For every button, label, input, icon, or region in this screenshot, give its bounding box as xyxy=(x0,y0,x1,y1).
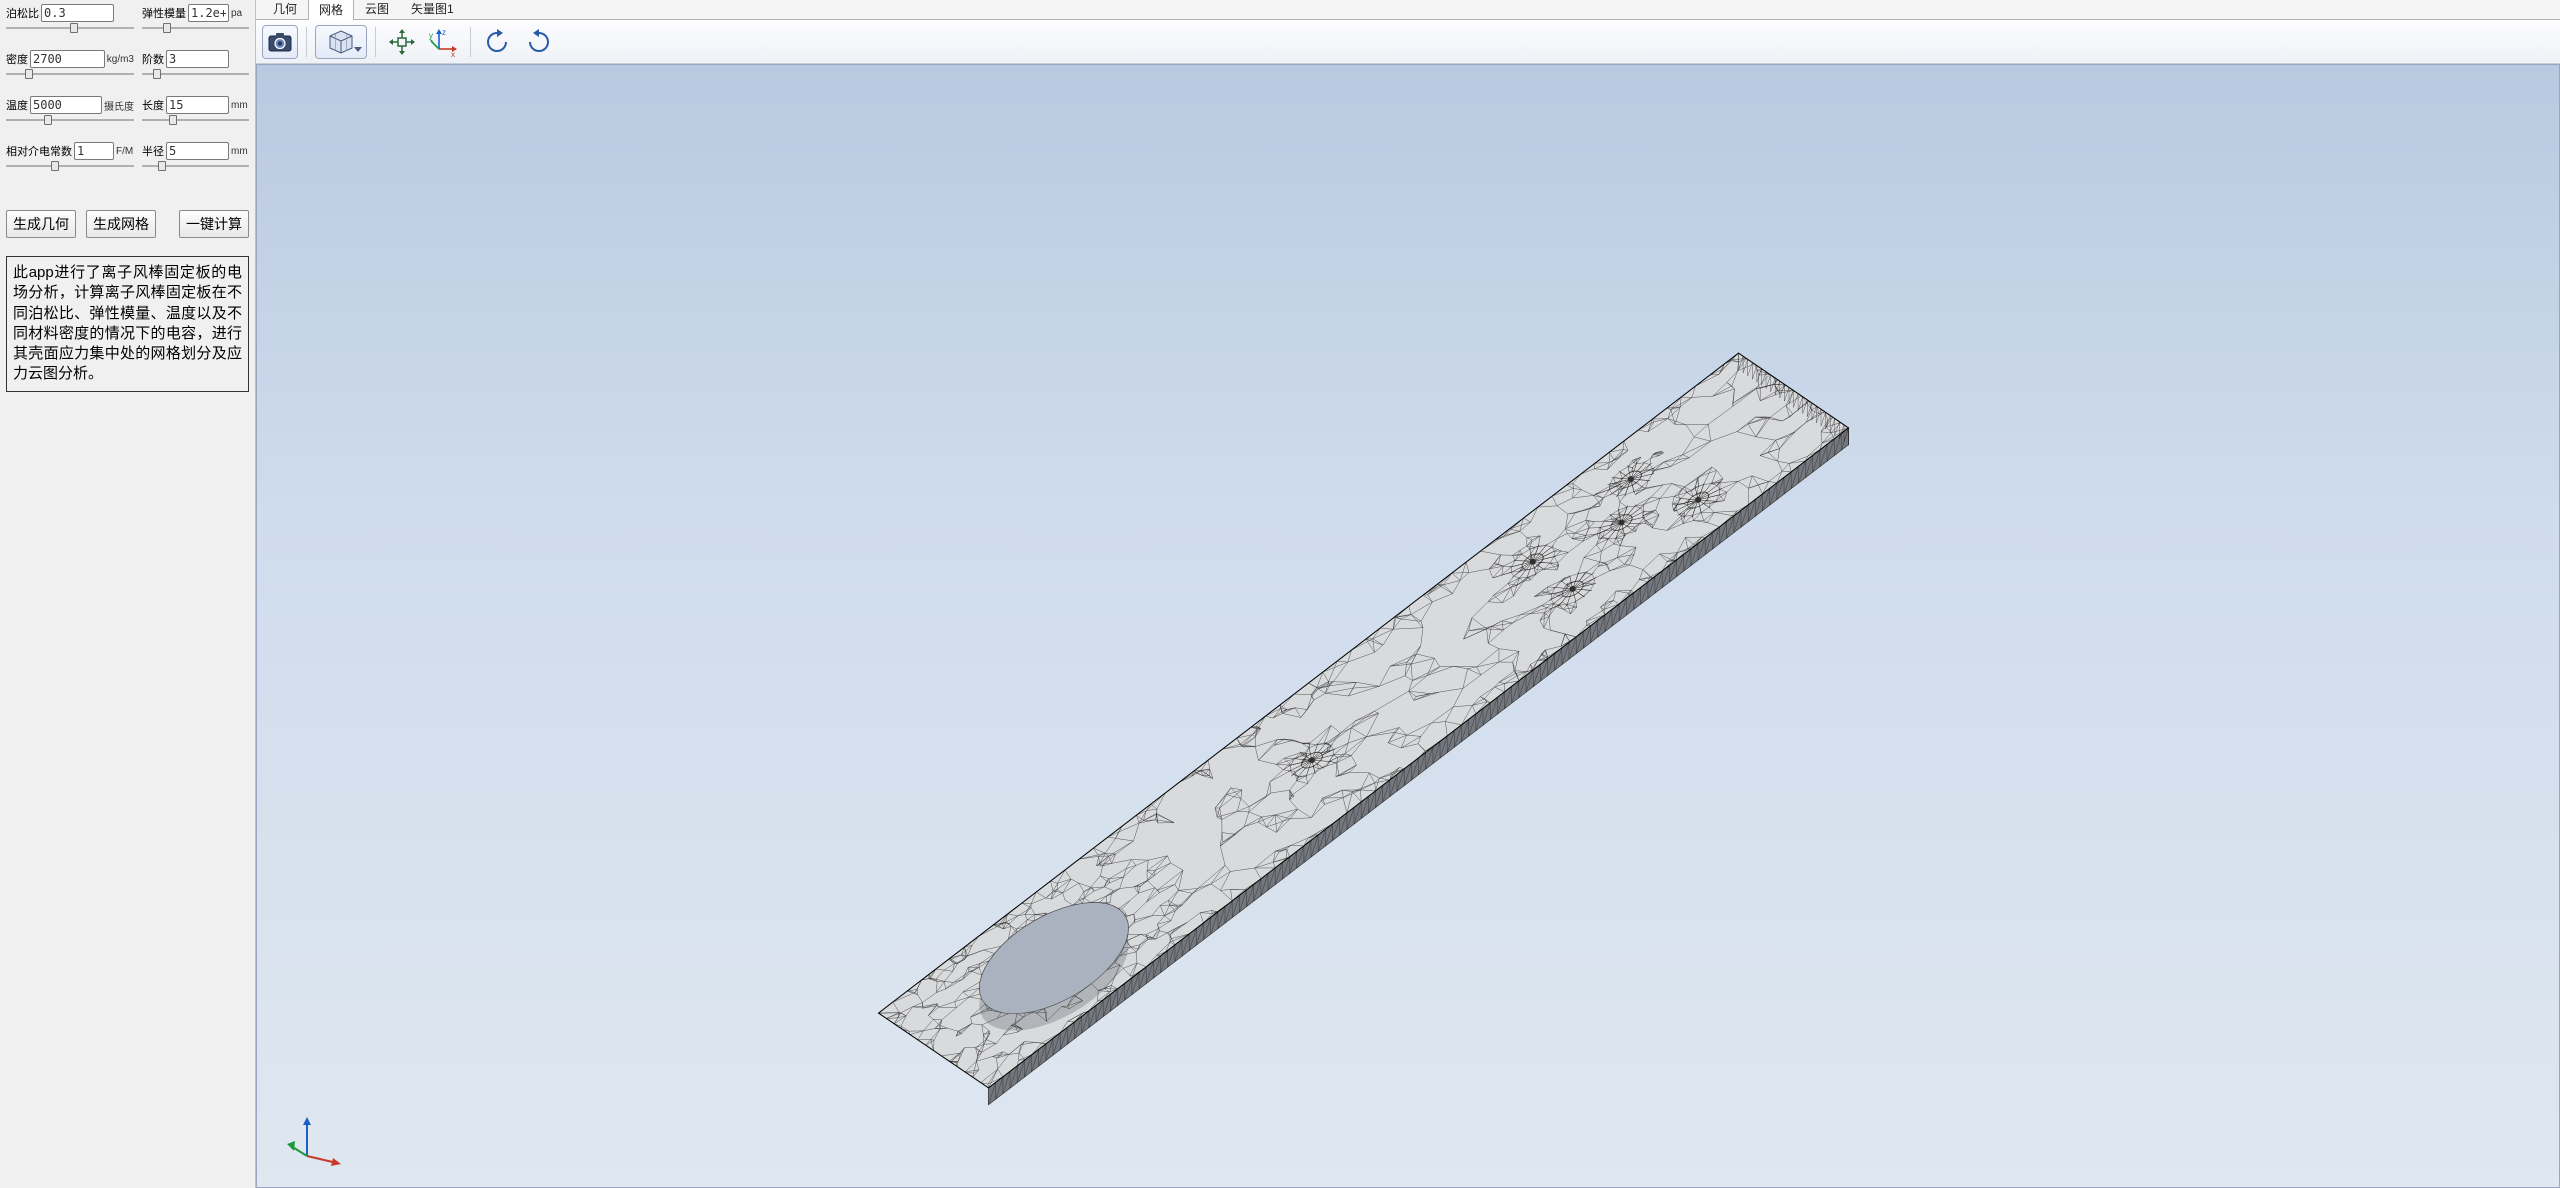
param-slider-2[interactable] xyxy=(6,70,134,78)
param-slider-7[interactable] xyxy=(142,162,249,170)
toolbar-separator xyxy=(375,27,376,57)
tab-bar: 几何网格云图矢量图1 xyxy=(256,0,2560,20)
param-label: 半径 xyxy=(142,143,164,159)
param-unit: F/M xyxy=(116,146,134,157)
param-input-5[interactable] xyxy=(166,96,229,114)
svg-text:x: x xyxy=(451,50,455,57)
param-6: 相对介电常数 F/M xyxy=(6,142,134,170)
3d-viewport[interactable] xyxy=(256,64,2560,1188)
view-cube-button[interactable] xyxy=(315,25,367,59)
svg-text:y: y xyxy=(429,31,433,40)
toolbar-separator xyxy=(470,27,471,57)
param-input-0[interactable] xyxy=(41,4,114,22)
param-label: 长度 xyxy=(142,97,164,113)
description-box: 此app进行了离子风棒固定板的电场分析，计算离子风棒固定板在不同泊松比、弹性模量… xyxy=(6,256,249,392)
param-slider-5[interactable] xyxy=(142,116,249,124)
param-unit: kg/m3 xyxy=(107,54,134,65)
tab-0[interactable]: 几何 xyxy=(262,0,308,19)
param-input-1[interactable] xyxy=(188,4,229,22)
screenshot-button[interactable] xyxy=(262,25,298,59)
param-7: 半径 mm xyxy=(142,142,249,170)
param-label: 相对介电常数 xyxy=(6,143,72,159)
param-input-6[interactable] xyxy=(74,142,114,160)
tab-3[interactable]: 矢量图1 xyxy=(400,0,465,19)
param-label: 弹性模量 xyxy=(142,5,186,21)
main-area: 几何网格云图矢量图1 xyxy=(256,0,2560,1188)
param-input-4[interactable] xyxy=(30,96,102,114)
param-input-7[interactable] xyxy=(166,142,229,160)
rotate-cw-button[interactable] xyxy=(521,25,557,59)
axes-button[interactable]: z x y xyxy=(426,25,462,59)
param-slider-3[interactable] xyxy=(142,70,249,78)
orientation-triad xyxy=(287,1111,347,1171)
mesh-render xyxy=(257,65,2559,1187)
param-label: 泊松比 xyxy=(6,5,39,21)
param-unit: pa xyxy=(231,8,249,19)
param-unit: mm xyxy=(231,146,249,157)
param-input-3[interactable] xyxy=(166,50,229,68)
param-slider-4[interactable] xyxy=(6,116,134,124)
param-2: 密度 kg/m3 xyxy=(6,50,134,78)
param-label: 阶数 xyxy=(142,51,164,67)
param-slider-0[interactable] xyxy=(6,24,134,32)
param-unit: mm xyxy=(231,100,249,111)
param-0: 泊松比 xyxy=(6,4,134,32)
param-slider-6[interactable] xyxy=(6,162,134,170)
svg-text:z: z xyxy=(442,28,446,37)
generate-geometry-button[interactable]: 生成几何 xyxy=(6,210,76,238)
tab-1[interactable]: 网格 xyxy=(308,0,354,20)
action-buttons-row: 生成几何 生成网格 一键计算 xyxy=(6,210,249,238)
one-click-compute-button[interactable]: 一键计算 xyxy=(179,210,249,238)
viewport-toolbar: z x y xyxy=(256,20,2560,64)
param-slider-1[interactable] xyxy=(142,24,249,32)
param-label: 密度 xyxy=(6,51,28,67)
toolbar-separator xyxy=(306,27,307,57)
sidebar: 泊松比 弹性模量 pa 密度 kg/m3 阶数温度 摄氏度长度 mm 相对介电常数 F/M 半径 mm… xyxy=(0,0,256,1188)
chevron-down-icon xyxy=(354,47,362,52)
generate-mesh-button[interactable]: 生成网格 xyxy=(86,210,156,238)
rotate-ccw-button[interactable] xyxy=(479,25,515,59)
pan-button[interactable] xyxy=(384,25,420,59)
param-unit: 摄氏度 xyxy=(104,98,134,113)
param-3: 阶数 xyxy=(142,50,249,78)
param-1: 弹性模量 pa xyxy=(142,4,249,32)
parameter-grid: 泊松比 弹性模量 pa 密度 kg/m3 阶数温度 摄氏度长度 mm 相对介电常数 F/M 半径 mm xyxy=(6,4,249,170)
param-input-2[interactable] xyxy=(30,50,105,68)
tab-2[interactable]: 云图 xyxy=(354,0,400,19)
param-5: 长度 mm xyxy=(142,96,249,124)
param-4: 温度 摄氏度 xyxy=(6,96,134,124)
param-label: 温度 xyxy=(6,97,28,113)
